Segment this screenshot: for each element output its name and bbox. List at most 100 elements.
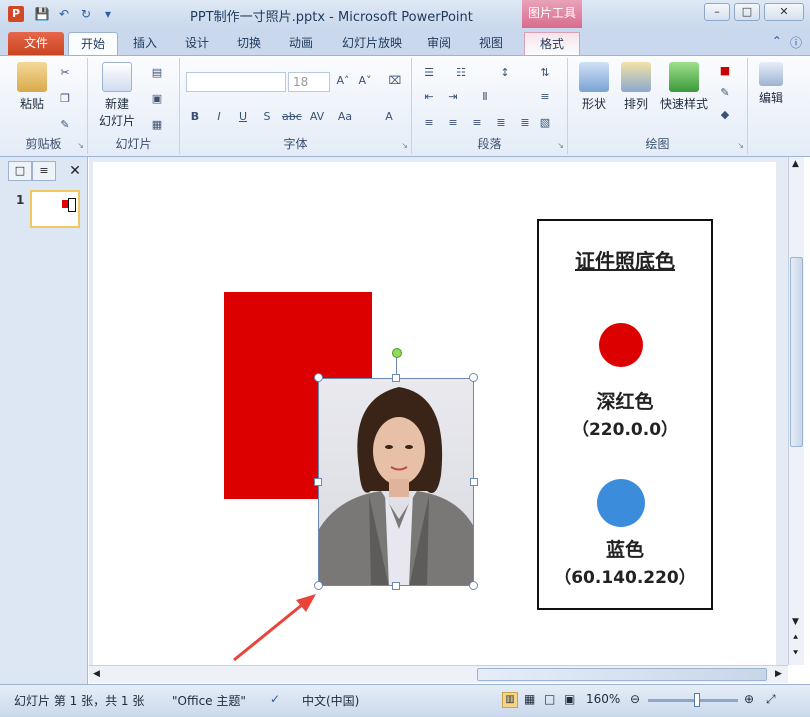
- tab-format[interactable]: 格式: [524, 32, 580, 55]
- smartart-icon[interactable]: ▧: [536, 116, 554, 130]
- shrink-font-icon[interactable]: A˅: [356, 74, 374, 88]
- align-center-icon[interactable]: ≡: [444, 116, 462, 130]
- zoom-in-icon[interactable]: ⊕: [744, 692, 754, 706]
- section-icon[interactable]: ▦: [148, 118, 166, 132]
- align-text-icon[interactable]: ≡: [536, 90, 554, 104]
- tab-slideshow[interactable]: 幻灯片放映: [334, 32, 410, 55]
- format-painter-icon[interactable]: ✎: [56, 118, 74, 132]
- font-color-icon[interactable]: A: [380, 110, 398, 124]
- minimize-icon[interactable]: –: [704, 3, 730, 21]
- resize-handle-top-left[interactable]: [314, 373, 323, 382]
- font-size-box[interactable]: 18: [288, 72, 330, 92]
- tab-home[interactable]: 开始: [68, 32, 118, 55]
- powerpoint-app-icon[interactable]: P: [8, 6, 24, 22]
- vertical-scrollbar[interactable]: ▲ ▼ ⯅ ⯆: [788, 157, 804, 665]
- tab-animations[interactable]: 动画: [280, 32, 322, 55]
- close-icon[interactable]: ✕: [764, 3, 804, 21]
- save-icon[interactable]: 💾: [34, 6, 50, 22]
- align-left-icon[interactable]: ≡: [420, 116, 438, 130]
- justify-icon[interactable]: ≣: [492, 116, 510, 130]
- tab-design[interactable]: 设计: [176, 32, 218, 55]
- reset-icon[interactable]: ▣: [148, 92, 166, 106]
- font-launcher-icon[interactable]: ↘: [401, 141, 408, 150]
- reading-view-icon[interactable]: □: [544, 692, 555, 706]
- scroll-right-icon[interactable]: ▶: [775, 669, 782, 679]
- tab-transitions[interactable]: 切换: [228, 32, 270, 55]
- customize-qat-icon[interactable]: ▾: [100, 6, 116, 22]
- layout-icon[interactable]: ▤: [148, 66, 166, 80]
- drawing-launcher-icon[interactable]: ↘: [737, 141, 744, 150]
- scroll-left-icon[interactable]: ◀: [93, 669, 100, 679]
- zoom-slider-knob[interactable]: [694, 693, 700, 707]
- underline-icon[interactable]: U: [234, 110, 252, 124]
- align-right-icon[interactable]: ≡: [468, 116, 486, 130]
- numbering-icon[interactable]: ☷: [452, 66, 470, 80]
- previous-slide-icon[interactable]: ⯅: [792, 633, 799, 643]
- normal-view-icon[interactable]: ▥: [502, 692, 518, 708]
- slide-sorter-icon[interactable]: ▦: [524, 692, 535, 706]
- paragraph-launcher-icon[interactable]: ↘: [557, 141, 564, 150]
- resize-handle-bottom-left[interactable]: [314, 581, 323, 590]
- next-slide-icon[interactable]: ⯆: [792, 649, 799, 659]
- columns-icon[interactable]: Ⅱ: [476, 90, 494, 104]
- edit-button[interactable]: 编辑: [754, 62, 788, 106]
- shape-outline-icon[interactable]: ✎: [716, 86, 734, 100]
- scroll-up-icon[interactable]: ▲: [792, 159, 799, 169]
- dialog-launcher-icon[interactable]: ↘: [77, 141, 84, 150]
- shape-effects-icon[interactable]: ◆: [716, 108, 734, 122]
- spell-check-icon[interactable]: ✓: [270, 692, 280, 706]
- shape-fill-icon[interactable]: ■: [716, 64, 734, 78]
- paste-button[interactable]: 粘贴: [12, 62, 52, 112]
- fit-to-window-icon[interactable]: ⤢: [766, 692, 776, 707]
- undo-icon[interactable]: ↶: [56, 6, 72, 22]
- slide-thumbnail[interactable]: [30, 190, 80, 228]
- resize-handle-left[interactable]: [314, 478, 322, 486]
- theme-status[interactable]: "Office 主题": [172, 692, 246, 709]
- vertical-scroll-thumb[interactable]: [790, 257, 803, 447]
- zoom-level[interactable]: 160%: [586, 692, 620, 706]
- resize-handle-right[interactable]: [470, 478, 478, 486]
- clear-formatting-icon[interactable]: ⌧: [386, 74, 404, 88]
- font-name-box[interactable]: [186, 72, 286, 92]
- shapes-button[interactable]: 形状: [574, 62, 614, 112]
- resize-handle-bottom[interactable]: [392, 582, 400, 590]
- portrait-photo[interactable]: [318, 378, 474, 586]
- copy-icon[interactable]: ❐: [56, 92, 74, 106]
- rotate-handle[interactable]: [392, 348, 402, 358]
- resize-handle-top[interactable]: [392, 374, 400, 382]
- distributed-icon[interactable]: ≣: [516, 116, 534, 130]
- bold-icon[interactable]: B: [186, 110, 204, 124]
- zoom-out-icon[interactable]: ⊖: [630, 692, 640, 706]
- text-direction-icon[interactable]: ⇅: [536, 66, 554, 80]
- tab-insert[interactable]: 插入: [124, 32, 166, 55]
- new-slide-button[interactable]: 新建 幻灯片: [94, 62, 140, 129]
- slideshow-view-icon[interactable]: ▣: [564, 692, 575, 706]
- arrange-button[interactable]: 排列: [616, 62, 656, 112]
- tab-review[interactable]: 审阅: [418, 32, 460, 55]
- minimize-ribbon-icon[interactable]: ⌃: [772, 34, 782, 51]
- horizontal-scroll-thumb[interactable]: [477, 668, 767, 681]
- slides-tab-icon[interactable]: □: [8, 161, 32, 181]
- scroll-down-icon[interactable]: ▼: [792, 617, 799, 627]
- grow-font-icon[interactable]: A˄: [334, 74, 352, 88]
- resize-handle-top-right[interactable]: [469, 373, 478, 382]
- character-spacing-icon[interactable]: AV: [308, 110, 326, 124]
- close-pane-icon[interactable]: ✕: [64, 161, 86, 181]
- zoom-slider-track[interactable]: [648, 699, 738, 702]
- cut-icon[interactable]: ✂: [56, 66, 74, 80]
- help-icon[interactable]: ⓘ: [790, 34, 802, 51]
- strikethrough-icon[interactable]: abc: [282, 110, 302, 124]
- redo-icon[interactable]: ↻: [78, 6, 94, 22]
- bullets-icon[interactable]: ☰: [420, 66, 438, 80]
- tab-view[interactable]: 视图: [470, 32, 512, 55]
- outline-tab-icon[interactable]: ≡: [32, 161, 56, 181]
- line-spacing-icon[interactable]: ↕: [496, 66, 514, 80]
- language-status[interactable]: 中文(中国): [302, 692, 359, 709]
- resize-handle-bottom-right[interactable]: [469, 581, 478, 590]
- change-case-icon[interactable]: Aa: [336, 110, 354, 124]
- restore-icon[interactable]: □: [734, 3, 760, 21]
- decrease-indent-icon[interactable]: ⇤: [420, 90, 438, 104]
- shadow-icon[interactable]: S: [258, 110, 276, 124]
- tab-file[interactable]: 文件: [8, 32, 64, 55]
- increase-indent-icon[interactable]: ⇥: [444, 90, 462, 104]
